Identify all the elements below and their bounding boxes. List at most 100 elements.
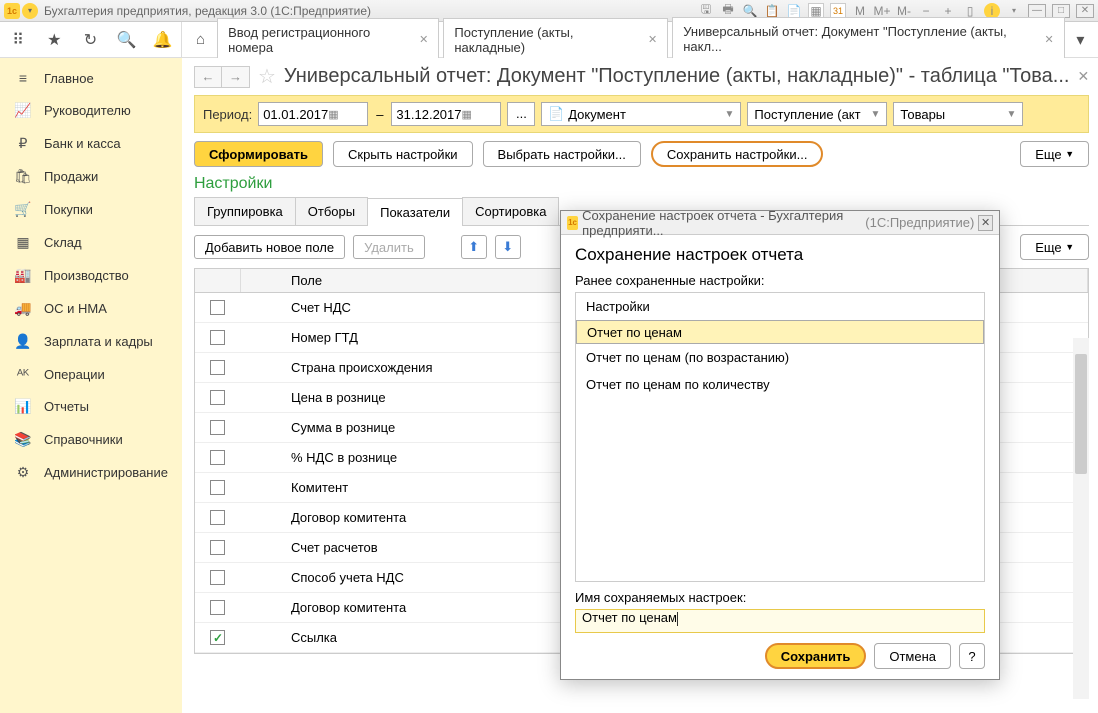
object-type-select[interactable]: 📄 Документ ▼ xyxy=(541,102,741,126)
date-to-input[interactable]: 31.12.2017 ▦ xyxy=(391,102,501,126)
sidebar-item[interactable]: 📚Справочники xyxy=(0,423,182,456)
close-icon[interactable]: ✕ xyxy=(419,33,428,46)
table-select[interactable]: Товары ▼ xyxy=(893,102,1023,126)
bell-icon[interactable]: 🔔 xyxy=(151,28,175,52)
add-field-button[interactable]: Добавить новое поле xyxy=(194,235,345,259)
table-value: Товары xyxy=(900,107,945,122)
save-settings-button[interactable]: Сохранить настройки... xyxy=(651,141,824,167)
tab-label: Ввод регистрационного номера xyxy=(228,25,413,55)
period-label: Период: xyxy=(203,107,252,122)
nav-back-button[interactable]: ← xyxy=(194,66,222,88)
document-select[interactable]: Поступление (акт ▼ xyxy=(747,102,887,126)
sidebar-item[interactable]: 🛒Покупки xyxy=(0,193,182,226)
tab-label: Поступление (акты, накладные) xyxy=(454,25,642,55)
settings-name-input[interactable]: Отчет по ценам xyxy=(575,609,985,633)
list-item[interactable]: Настройки xyxy=(576,293,984,320)
move-up-button[interactable]: ⬆ xyxy=(461,235,487,259)
sidebar-item[interactable]: 📊Отчеты xyxy=(0,390,182,423)
row-checkbox[interactable]: ✓ xyxy=(210,630,225,645)
sidebar-item[interactable]: ₽Банк и касса xyxy=(0,127,182,160)
search-icon[interactable]: 🔍 xyxy=(115,28,139,52)
settings-tab[interactable]: Отборы xyxy=(295,197,368,225)
more-label: Еще xyxy=(1035,240,1061,255)
row-checkbox[interactable] xyxy=(210,510,225,525)
row-checkbox[interactable] xyxy=(210,360,225,375)
sidebar-label: Продажи xyxy=(44,169,98,184)
sidebar-label: Производство xyxy=(44,268,129,283)
dialog-save-button[interactable]: Сохранить xyxy=(765,643,867,669)
more-button[interactable]: Еще ▼ xyxy=(1020,234,1089,260)
sidebar-item[interactable]: 🚚 ОС и НМА xyxy=(0,292,182,325)
tab-label: Универсальный отчет: Документ "Поступлен… xyxy=(683,24,1038,54)
sidebar-item[interactable]: ᴬᴷОперации xyxy=(0,358,182,390)
history-icon[interactable]: ↻ xyxy=(78,28,102,52)
sidebar-item[interactable]: 👤 Зарплата и кадры xyxy=(0,325,182,358)
calendar-icon[interactable]: ▦ xyxy=(328,108,363,121)
period-picker-button[interactable]: ... xyxy=(507,102,535,126)
generate-button[interactable]: Сформировать xyxy=(194,141,323,167)
row-checkbox[interactable] xyxy=(210,600,225,615)
period-bar: Период: 01.01.2017 ▦ – 31.12.2017 ▦ ... … xyxy=(194,95,1089,133)
nav-forward-button[interactable]: → xyxy=(222,66,250,88)
calendar-icon[interactable]: ▦ xyxy=(462,108,497,121)
dialog-close-button[interactable]: ✕ xyxy=(978,215,993,231)
settings-tab[interactable]: Сортировка xyxy=(462,197,559,225)
window-close[interactable]: ✕ xyxy=(1076,4,1094,18)
more-label: Еще xyxy=(1035,147,1061,162)
tab-overflow-icon[interactable]: ▾ xyxy=(1069,28,1092,52)
row-checkbox[interactable] xyxy=(210,540,225,555)
app-menu-dropdown-icon[interactable]: ▾ xyxy=(22,3,38,19)
settings-tab[interactable]: Группировка xyxy=(194,197,296,225)
sidebar-label: ОС и НМА xyxy=(44,301,107,316)
window-minimize[interactable]: — xyxy=(1028,4,1046,18)
settings-tab[interactable]: Показатели xyxy=(367,198,463,226)
sidebar-item[interactable]: 🛍Продажи xyxy=(0,160,182,193)
scrollbar[interactable] xyxy=(1073,338,1089,699)
sidebar-icon: 🚚 xyxy=(14,300,32,317)
move-down-button[interactable]: ⬇ xyxy=(495,235,521,259)
saved-settings-list[interactable]: НастройкиОтчет по ценамОтчет по ценам (п… xyxy=(575,292,985,582)
row-checkbox[interactable] xyxy=(210,570,225,585)
favorite-outline-icon[interactable]: ☆ xyxy=(258,64,276,89)
dialog-help-button[interactable]: ? xyxy=(959,643,985,669)
chevron-down-icon: ▼ xyxy=(1007,109,1017,120)
home-icon[interactable]: ⌂ xyxy=(188,27,213,52)
favorite-star-icon[interactable]: ★ xyxy=(42,28,66,52)
tab-receipt[interactable]: Поступление (акты, накладные) ✕ xyxy=(443,18,668,62)
delete-field-button[interactable]: Удалить xyxy=(353,235,425,259)
row-checkbox[interactable] xyxy=(210,420,225,435)
scrollbar-thumb[interactable] xyxy=(1075,354,1087,474)
page-close-icon[interactable]: ✕ xyxy=(1077,68,1089,85)
row-checkbox[interactable] xyxy=(210,390,225,405)
chevron-down-icon: ▼ xyxy=(1065,242,1074,252)
list-item[interactable]: Отчет по ценам xyxy=(576,320,984,344)
sidebar-item[interactable]: ▦Склад xyxy=(0,226,182,259)
name-input-label: Имя сохраняемых настроек: xyxy=(575,590,985,605)
sidebar-item[interactable]: 📈Руководителю xyxy=(0,94,182,127)
apps-icon[interactable]: ⠿ xyxy=(6,28,30,52)
row-checkbox[interactable] xyxy=(210,300,225,315)
sidebar-label: Администрирование xyxy=(44,465,168,480)
tab-universal-report[interactable]: Универсальный отчет: Документ "Поступлен… xyxy=(672,17,1064,62)
choose-settings-button[interactable]: Выбрать настройки... xyxy=(483,141,641,167)
sidebar-item[interactable]: ⚙Администрирование xyxy=(0,456,182,489)
window-maximize[interactable]: □ xyxy=(1052,4,1070,18)
hide-settings-button[interactable]: Скрыть настройки xyxy=(333,141,473,167)
close-icon[interactable]: ✕ xyxy=(1044,33,1053,46)
date-from-input[interactable]: 01.01.2017 ▦ xyxy=(258,102,368,126)
sidebar-item[interactable]: ≡Главное xyxy=(0,62,182,94)
list-item[interactable]: Отчет по ценам (по возрастанию) xyxy=(576,344,984,371)
row-checkbox[interactable] xyxy=(210,450,225,465)
row-checkbox[interactable] xyxy=(210,480,225,495)
close-icon[interactable]: ✕ xyxy=(648,33,657,46)
sidebar-icon: ᴬᴷ xyxy=(14,366,32,382)
list-item[interactable]: Отчет по ценам по количеству xyxy=(576,371,984,398)
sidebar-label: Зарплата и кадры xyxy=(44,334,153,349)
sidebar-item[interactable]: 🏭Производство xyxy=(0,259,182,292)
row-checkbox[interactable] xyxy=(210,330,225,345)
dialog-titlebar: 1c Сохранение настроек отчета - Бухгалте… xyxy=(561,211,999,235)
tab-registration[interactable]: Ввод регистрационного номера ✕ xyxy=(217,18,439,62)
sidebar-icon: 👤 xyxy=(14,333,32,350)
more-button[interactable]: Еще ▼ xyxy=(1020,141,1089,167)
dialog-cancel-button[interactable]: Отмена xyxy=(874,643,951,669)
